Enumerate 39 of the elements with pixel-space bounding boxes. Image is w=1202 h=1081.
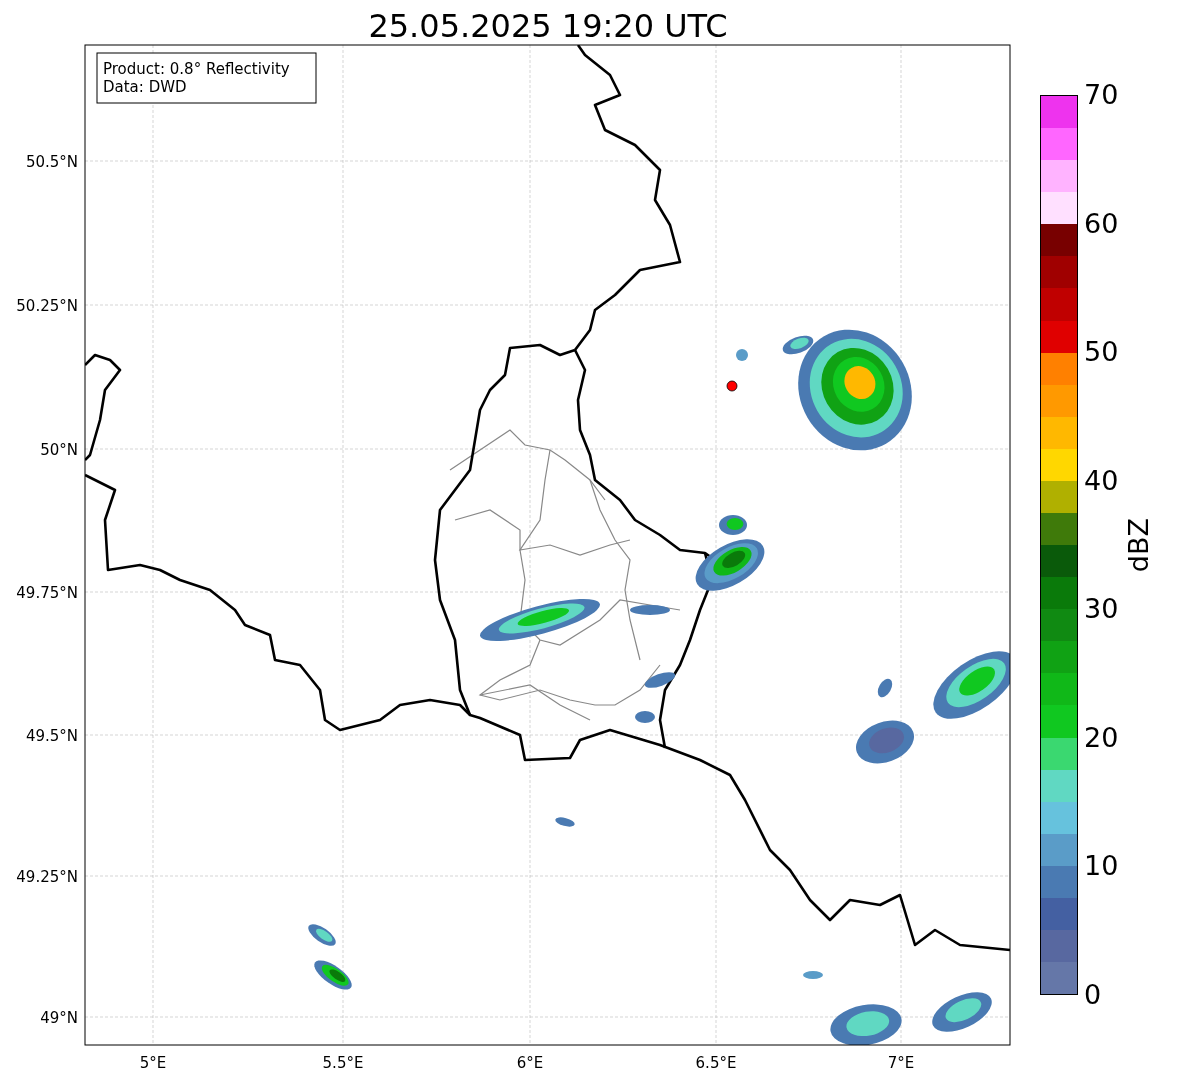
radar-echo	[308, 924, 336, 946]
latitude-label: 50°N	[40, 441, 78, 459]
radar-echo	[630, 605, 670, 615]
radar-echo	[736, 349, 748, 361]
radar-echo	[830, 1004, 902, 1045]
colorbar-tick-label: 20	[1084, 722, 1119, 753]
colorbar-tick-label: 60	[1084, 208, 1119, 239]
longitude-label: 5°E	[139, 1054, 167, 1072]
info-text: Data: DWD	[103, 78, 187, 96]
station-marker	[726, 380, 738, 392]
latitude-label: 49.5°N	[25, 727, 78, 745]
latitude-label: 49.25°N	[16, 868, 78, 886]
radar-echo	[635, 711, 655, 723]
info-text: Product: 0.8° Reflectivity	[103, 60, 290, 78]
colorbar-tick-label: 50	[1084, 337, 1119, 368]
latitude-label: 50.25°N	[16, 297, 78, 315]
colorbar-tick-label: 30	[1084, 594, 1119, 625]
plot-title: 25.05.2025 19:20 UTC	[368, 7, 728, 45]
radar-echo	[877, 678, 893, 698]
latitude-label: 50.5°N	[25, 153, 78, 171]
colorbar-tick-label: 10	[1084, 851, 1119, 882]
latitude-label: 49°N	[40, 1009, 78, 1027]
radar-echo	[803, 971, 823, 979]
longitude-label: 7°E	[887, 1054, 915, 1072]
radar-echo	[314, 960, 352, 990]
longitude-label: 6°E	[516, 1054, 544, 1072]
colorbar-tick-label: 40	[1084, 465, 1119, 496]
radar-echo	[555, 817, 575, 827]
radar-echo	[719, 515, 747, 535]
latitude-label: 49.75°N	[16, 584, 78, 602]
radar-echo	[932, 992, 992, 1032]
radar-echo	[644, 672, 676, 688]
longitude-label: 6.5°E	[695, 1054, 737, 1072]
colorbar-tick-label: 70	[1084, 80, 1119, 110]
radar-echo	[695, 539, 765, 591]
colorbar-axis-label: dBZ	[1122, 517, 1156, 573]
longitude-label: 5.5°E	[322, 1054, 364, 1072]
radar-echo	[856, 720, 914, 764]
colorbar-tick-label: 0	[1084, 979, 1103, 1010]
